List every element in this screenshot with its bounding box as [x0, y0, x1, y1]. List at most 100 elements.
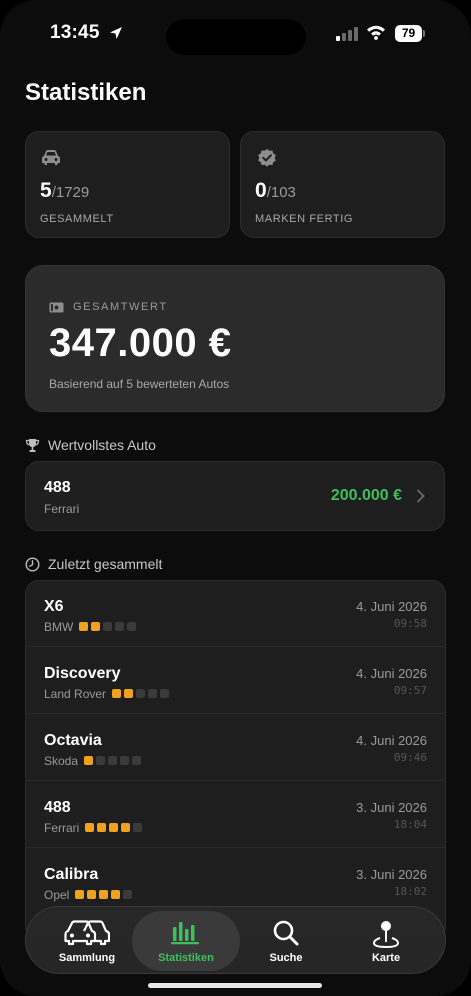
brands-count-total: /103: [266, 184, 296, 201]
tab-sammlung[interactable]: Sammlung: [33, 911, 141, 971]
recent-item-date: 4. Juni 2026: [356, 599, 427, 614]
recent-item-name: Discovery: [44, 665, 121, 682]
recent-item[interactable]: 488 Ferrari 3. Juni 2026 18:04: [26, 782, 445, 848]
rating-dot: [96, 756, 105, 765]
collected-label: GESAMMELT: [40, 213, 114, 225]
rating-dot: [99, 890, 108, 899]
recent-item-date: 3. Juni 2026: [356, 800, 427, 815]
rating-dot: [123, 890, 132, 899]
map-pin-icon: [372, 921, 400, 949]
page-title: Statistiken: [25, 79, 147, 106]
tab-suche-label: Suche: [269, 952, 303, 964]
banknote-icon: [49, 302, 64, 313]
tab-statistiken-label: Statistiken: [158, 952, 214, 964]
rating-dot: [85, 823, 94, 832]
status-time: 13:45: [50, 22, 100, 43]
most-valuable-value: 200.000 €: [330, 487, 402, 504]
rating-dot: [127, 622, 136, 631]
brands-count: 0/103: [255, 179, 296, 203]
rating-dot: [111, 890, 120, 899]
bar-chart-icon: [171, 922, 199, 945]
rating-dot: [112, 689, 121, 698]
rating-dot: [91, 622, 100, 631]
rating-dot: [97, 823, 106, 832]
total-value-subtitle: Basierend auf 5 bewerteten Autos: [49, 377, 230, 391]
rating-dot: [124, 689, 133, 698]
battery-level: 79: [395, 25, 422, 42]
rating-dot: [115, 622, 124, 631]
tab-bar: Sammlung Statistiken Suche Karte: [25, 906, 446, 974]
rating-dot: [109, 823, 118, 832]
clock-icon: [25, 557, 40, 572]
rating-dot: [108, 756, 117, 765]
recent-item-date: 3. Juni 2026: [356, 867, 427, 882]
total-value-card: GESAMTWERT 347.000 € Basierend auf 5 bew…: [25, 265, 445, 412]
recent-item-name: 488: [44, 799, 71, 816]
most-valuable-heading-text: Wertvollstes Auto: [48, 437, 156, 453]
screen: 13:45 79 Statistiken 5/1729 GESAMMELT 0/…: [0, 0, 471, 996]
rating-dots: [85, 823, 142, 832]
recent-item-brand: Opel: [44, 888, 70, 902]
recent-item-name: Octavia: [44, 732, 102, 749]
tab-suche[interactable]: Suche: [232, 911, 340, 971]
recent-item[interactable]: Octavia Skoda 4. Juni 2026 09:46: [26, 715, 445, 781]
tab-statistiken[interactable]: Statistiken: [132, 911, 240, 971]
recent-item-name: X6: [44, 598, 64, 615]
recent-item-brand: Skoda: [44, 754, 79, 768]
collected-count-total: /1729: [51, 184, 90, 201]
recent-item-brand: BMW: [44, 620, 74, 634]
stat-card-collected: 5/1729 GESAMMELT: [25, 131, 230, 238]
rating-dot: [148, 689, 157, 698]
most-valuable-card[interactable]: 488 Ferrari 200.000 €: [25, 461, 445, 531]
rating-dot: [120, 756, 129, 765]
tab-sammlung-label: Sammlung: [58, 952, 116, 964]
recent-item[interactable]: X6 BMW 4. Juni 2026 09:58: [26, 581, 445, 647]
home-indicator[interactable]: [148, 983, 322, 988]
total-value-heading: GESAMTWERT: [73, 301, 168, 313]
rating-dot: [75, 890, 84, 899]
recent-item-date: 4. Juni 2026: [356, 733, 427, 748]
cellular-signal-icon: [336, 27, 358, 41]
recent-item-time: 18:04: [393, 818, 427, 831]
recent-item-time: 09:57: [393, 684, 427, 697]
trophy-icon: [25, 439, 40, 452]
rating-dot: [133, 823, 142, 832]
wifi-icon: [367, 25, 385, 40]
rating-dots: [84, 756, 141, 765]
recent-item[interactable]: Discovery Land Rover 4. Juni 2026 09:57: [26, 648, 445, 714]
location-arrow-icon: [110, 27, 122, 39]
dynamic-island: [166, 19, 306, 55]
tab-karte[interactable]: Karte: [332, 911, 440, 971]
chevron-right-icon: [417, 489, 425, 503]
stat-card-brands: 0/103 MARKEN FERTIG: [240, 131, 445, 238]
rating-dot: [160, 689, 169, 698]
rating-dots: [75, 890, 132, 899]
verified-badge-icon: [258, 149, 276, 167]
most-valuable-name: 488: [44, 479, 71, 496]
rating-dots: [112, 689, 169, 698]
total-value-amount: 347.000 €: [49, 321, 232, 365]
brands-label: MARKEN FERTIG: [255, 213, 354, 225]
recent-list: X6 BMW 4. Juni 2026 09:58 Discovery Land…: [25, 580, 446, 940]
rating-dot: [103, 622, 112, 631]
collected-count-value: 5: [40, 179, 52, 202]
recent-item-time: 18:02: [393, 885, 427, 898]
rating-dot: [87, 890, 96, 899]
rating-dot: [121, 823, 130, 832]
most-valuable-brand: Ferrari: [44, 502, 80, 516]
battery-indicator: 79: [395, 25, 425, 42]
cars-icon: [64, 920, 110, 946]
car-icon: [42, 150, 60, 165]
rating-dot: [136, 689, 145, 698]
brands-count-value: 0: [255, 179, 267, 202]
rating-dot: [132, 756, 141, 765]
rating-dots: [79, 622, 136, 631]
recent-item-brand: Land Rover: [44, 687, 107, 701]
search-icon: [273, 920, 299, 946]
collected-count: 5/1729: [40, 179, 89, 203]
recent-item-time: 09:58: [393, 617, 427, 630]
recent-item-name: Calibra: [44, 866, 99, 883]
rating-dot: [84, 756, 93, 765]
rating-dot: [79, 622, 88, 631]
recent-item-brand: Ferrari: [44, 821, 80, 835]
